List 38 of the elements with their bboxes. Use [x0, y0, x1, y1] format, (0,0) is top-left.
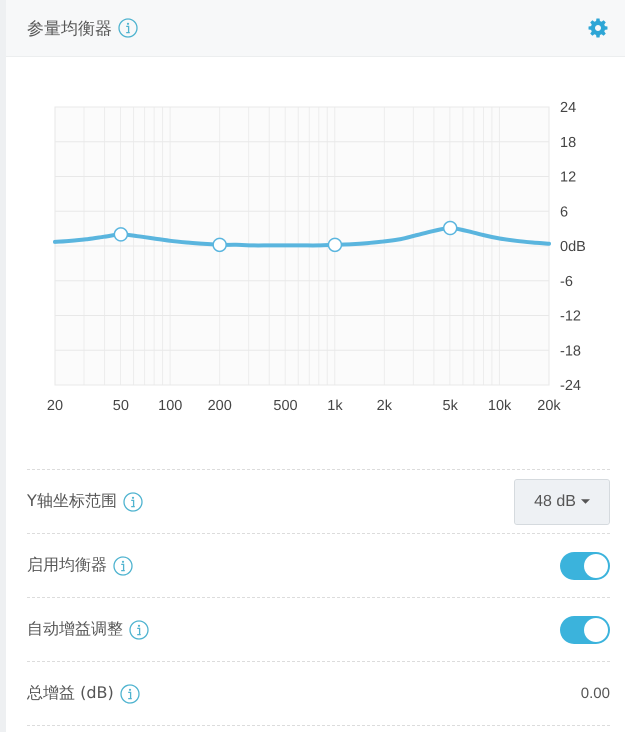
- setting-label: 总增益 (dB): [27, 683, 114, 704]
- toggle-switch[interactable]: [560, 616, 610, 644]
- x-axis-label: 20: [46, 398, 64, 414]
- y-axis-label: 18: [560, 134, 576, 151]
- x-axis-label: 1k: [327, 398, 343, 414]
- panel-title: 参量均衡器: [27, 18, 112, 40]
- x-axis-label: 500: [273, 398, 298, 414]
- y-axis-label: 0dB: [560, 239, 586, 255]
- info-icon[interactable]: [129, 620, 149, 640]
- info-icon[interactable]: [120, 684, 140, 704]
- y-axis-label: 12: [560, 170, 576, 186]
- x-axis-label: 20k: [537, 398, 561, 414]
- band-handle[interactable]: [442, 220, 458, 236]
- x-axis-label: 100: [158, 398, 182, 414]
- caret-icon: [580, 499, 590, 504]
- settings-icon[interactable]: [588, 18, 608, 38]
- info-icon[interactable]: [122, 492, 143, 512]
- info-icon[interactable]: [113, 556, 133, 576]
- toggle-switch[interactable]: [560, 552, 610, 580]
- y-axis-label: -12: [560, 308, 581, 324]
- y-axis-label: -24: [560, 378, 581, 394]
- setting-label: 自动增益调整: [27, 619, 123, 640]
- range-dropdown[interactable]: 48 dB: [514, 478, 610, 524]
- band-handle[interactable]: [114, 227, 128, 242]
- info-icon[interactable]: [118, 18, 138, 38]
- x-axis-label: 50: [112, 398, 129, 414]
- x-axis-label: 2k: [376, 398, 392, 414]
- x-axis-label: 200: [208, 398, 232, 414]
- y-axis-label: 24: [560, 100, 576, 116]
- x-axis-label: 10k: [488, 398, 512, 414]
- x-axis-label: 5k: [442, 398, 458, 414]
- y-axis-label: -6: [560, 274, 573, 290]
- gain-value: 0.00: [580, 685, 610, 702]
- y-axis-label: -18: [560, 343, 581, 360]
- setting-label: 启用均衡器: [27, 555, 107, 576]
- band-handle[interactable]: [212, 238, 227, 252]
- setting-label: Y轴坐标范围: [27, 491, 117, 512]
- y-axis-label: 6: [560, 204, 568, 220]
